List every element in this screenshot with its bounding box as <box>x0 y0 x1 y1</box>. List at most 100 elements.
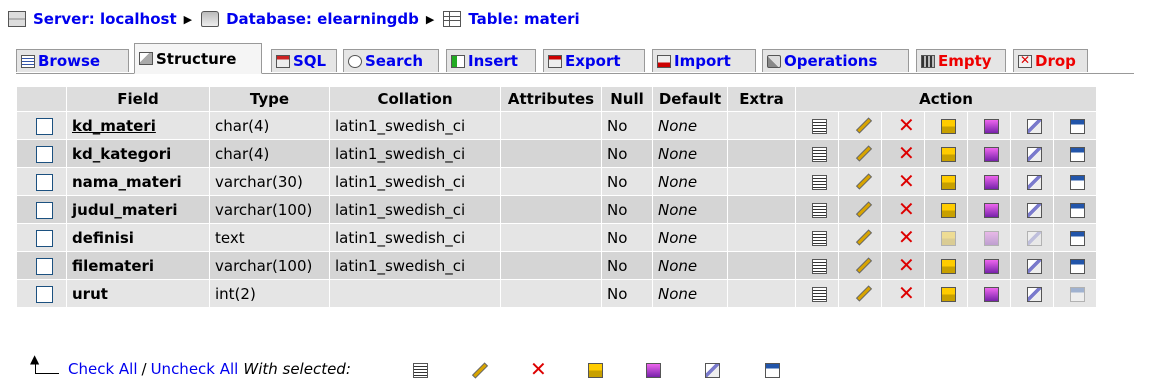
primary-icon[interactable] <box>941 286 956 302</box>
fulltext-icon[interactable] <box>1070 258 1085 274</box>
unique-icon[interactable] <box>984 146 999 162</box>
tab-structure[interactable]: Structure <box>134 43 262 74</box>
row-checkbox[interactable] <box>35 201 53 219</box>
fulltext-icon[interactable] <box>1070 146 1085 162</box>
primary-icon[interactable] <box>941 258 956 274</box>
primary-icon[interactable] <box>941 230 956 246</box>
checkbox-column-header <box>17 87 66 111</box>
primary-icon[interactable] <box>941 146 956 162</box>
primary-icon[interactable] <box>941 174 956 190</box>
breadcrumb-server-link[interactable]: Server: localhost <box>33 10 177 28</box>
change-icon[interactable] <box>855 174 871 190</box>
breadcrumb-separator-icon: ▶ <box>425 12 435 26</box>
tab-label: SQL <box>293 52 327 70</box>
tab-sql[interactable]: SQL <box>271 49 337 72</box>
index-icon[interactable] <box>1027 174 1042 190</box>
browse-distinct-icon[interactable] <box>812 174 827 190</box>
tab-empty[interactable]: Empty <box>916 49 1006 72</box>
drop-icon[interactable] <box>898 227 915 247</box>
tab-label: Import <box>674 52 731 70</box>
unique-icon[interactable] <box>984 118 999 134</box>
fulltext-icon[interactable] <box>1070 230 1085 246</box>
drop-icon[interactable] <box>898 283 915 303</box>
unique-icon[interactable] <box>984 202 999 218</box>
breadcrumb-table-link[interactable]: Table: materi <box>468 10 579 28</box>
cell-field: nama_materi <box>67 168 209 195</box>
tab-export[interactable]: Export <box>543 49 645 72</box>
index-icon[interactable] <box>1027 286 1042 302</box>
action-cell <box>1054 168 1096 195</box>
drop-icon[interactable] <box>898 199 915 219</box>
browse-distinct-icon[interactable] <box>812 146 827 162</box>
breadcrumb-database-link[interactable]: Database: elearningdb <box>226 10 419 28</box>
cell-extra <box>728 112 795 139</box>
row-checkbox[interactable] <box>35 173 53 191</box>
action-cell <box>968 280 1010 307</box>
fulltext-icon[interactable] <box>1070 174 1085 190</box>
cell-field: filemateri <box>67 252 209 279</box>
fulltext-selected-icon[interactable] <box>765 363 780 378</box>
change-icon[interactable] <box>855 230 871 246</box>
unique-selected-icon[interactable] <box>646 363 661 378</box>
browse-distinct-icon[interactable] <box>812 258 827 274</box>
unique-icon[interactable] <box>984 230 999 246</box>
row-checkbox[interactable] <box>35 229 53 247</box>
drop-icon[interactable] <box>898 115 915 135</box>
drop-icon[interactable] <box>898 255 915 275</box>
index-icon[interactable] <box>1027 118 1042 134</box>
browse-distinct-icon[interactable] <box>812 286 827 302</box>
uncheck-all-link[interactable]: Uncheck All <box>151 360 239 378</box>
tab-search[interactable]: Search <box>343 49 439 72</box>
cell-null: No <box>602 112 652 139</box>
operations-icon <box>767 54 781 68</box>
unique-icon[interactable] <box>984 286 999 302</box>
action-cell <box>882 140 924 167</box>
index-icon[interactable] <box>1027 230 1042 246</box>
index-icon[interactable] <box>1027 146 1042 162</box>
browse-selected-icon[interactable] <box>413 363 428 378</box>
primary-selected-icon[interactable] <box>588 363 603 378</box>
browse-distinct-icon[interactable] <box>812 230 827 246</box>
primary-icon[interactable] <box>941 118 956 134</box>
drop-icon[interactable] <box>898 143 915 163</box>
drop-selected-icon[interactable] <box>530 359 547 379</box>
tab-browse[interactable]: Browse <box>16 49 129 72</box>
action-cell <box>968 224 1010 251</box>
action-cell <box>796 252 838 279</box>
index-icon[interactable] <box>1027 202 1042 218</box>
unique-icon[interactable] <box>984 174 999 190</box>
change-selected-icon[interactable] <box>471 363 487 379</box>
change-icon[interactable] <box>855 202 871 218</box>
fulltext-icon[interactable] <box>1070 118 1085 134</box>
cell-default: None <box>653 224 727 251</box>
index-selected-icon[interactable] <box>705 363 720 378</box>
index-icon[interactable] <box>1027 258 1042 274</box>
tab-drop[interactable]: Drop <box>1013 49 1088 72</box>
fulltext-icon[interactable] <box>1070 202 1085 218</box>
cell-null: No <box>602 196 652 223</box>
cell-null: No <box>602 168 652 195</box>
row-checkbox[interactable] <box>35 145 53 163</box>
row-checkbox[interactable] <box>35 117 53 135</box>
tab-operations[interactable]: Operations <box>762 49 909 72</box>
browse-distinct-icon[interactable] <box>812 118 827 134</box>
change-icon[interactable] <box>855 118 871 134</box>
cell-attributes <box>501 252 601 279</box>
tab-import[interactable]: Import <box>652 49 756 72</box>
browse-distinct-icon[interactable] <box>812 202 827 218</box>
change-icon[interactable] <box>855 258 871 274</box>
row-checkbox[interactable] <box>35 257 53 275</box>
drop-icon[interactable] <box>898 171 915 191</box>
unique-icon[interactable] <box>984 258 999 274</box>
action-cell <box>839 196 881 223</box>
primary-icon[interactable] <box>941 202 956 218</box>
change-icon[interactable] <box>855 286 871 302</box>
search-icon <box>348 54 362 68</box>
tab-insert[interactable]: Insert <box>446 49 536 72</box>
check-all-link[interactable]: Check All <box>68 360 138 378</box>
row-checkbox-cell <box>17 280 66 307</box>
change-icon[interactable] <box>855 146 871 162</box>
fulltext-icon[interactable] <box>1070 286 1085 302</box>
column-header-field[interactable]: Field <box>67 87 209 111</box>
row-checkbox[interactable] <box>35 285 53 303</box>
